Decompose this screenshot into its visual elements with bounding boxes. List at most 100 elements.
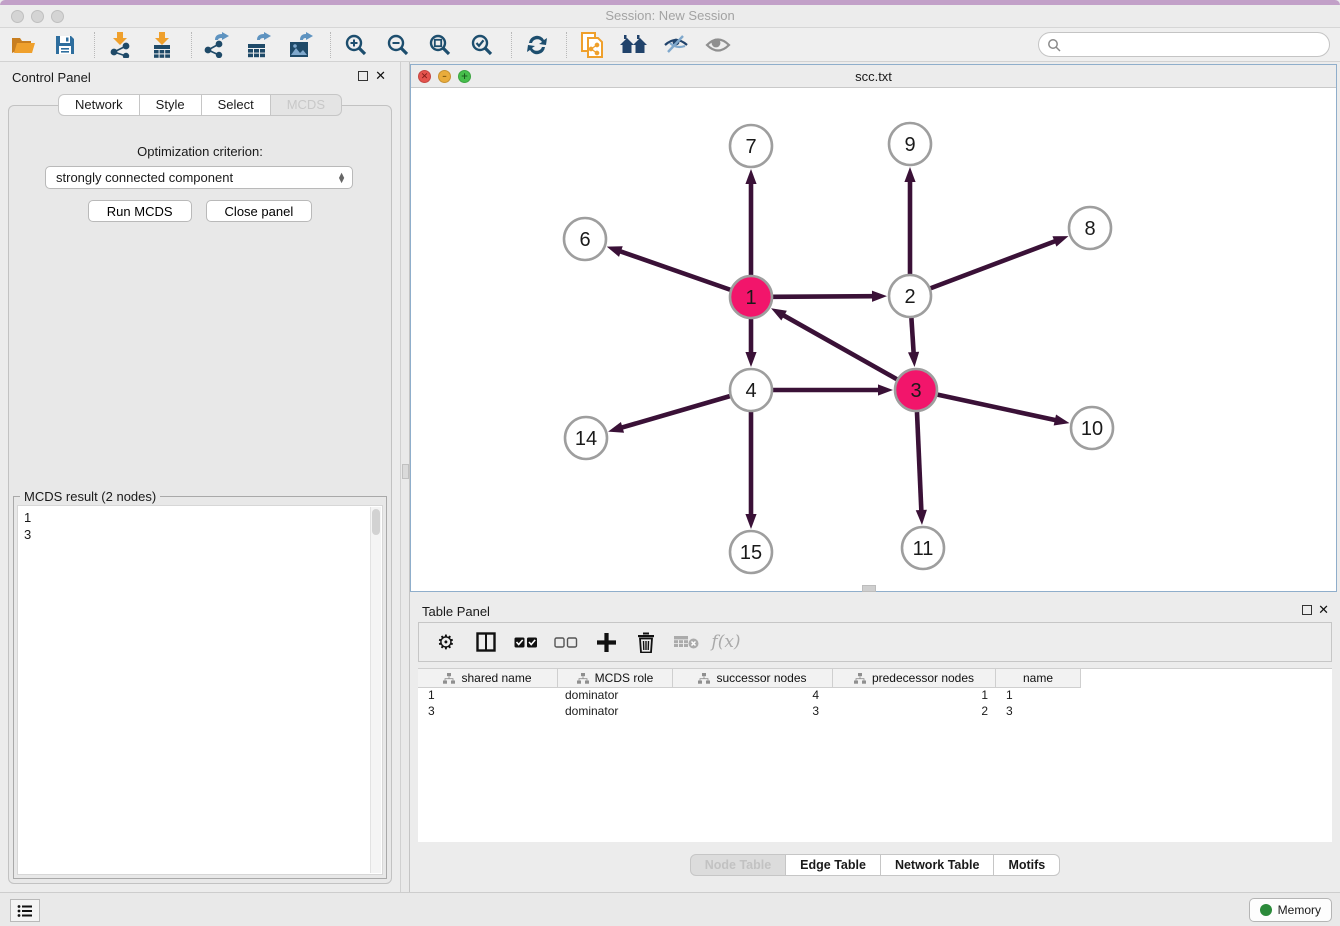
table-row[interactable]: 3dominator323	[418, 704, 1332, 720]
tab-motifs[interactable]: Motifs	[994, 854, 1060, 876]
clone-network-icon[interactable]	[577, 31, 607, 59]
vertical-splitter[interactable]	[400, 62, 410, 892]
mcds-result-text[interactable]: 1 3	[17, 505, 383, 875]
toolbar-separator	[511, 32, 512, 58]
edge-arrowhead	[608, 422, 624, 433]
task-history-button[interactable]	[10, 899, 40, 922]
node-label-8: 8	[1084, 218, 1095, 240]
table-cell[interactable]: 2	[833, 704, 996, 720]
edge-arrowhead	[878, 384, 893, 395]
control-panel: Control Panel ✕ NetworkStyleSelectMCDS O…	[0, 62, 400, 892]
table-cell[interactable]: 4	[673, 688, 833, 704]
export-table-icon[interactable]	[244, 31, 274, 59]
export-image-icon[interactable]	[286, 31, 316, 59]
tab-style[interactable]: Style	[140, 94, 202, 116]
float-panel-icon[interactable]	[358, 71, 368, 81]
run-mcds-button[interactable]: Run MCDS	[88, 200, 192, 222]
edge-arrowhead	[745, 352, 756, 367]
app-titlebar: Session: New Session	[0, 0, 1340, 28]
table-cell[interactable]: 3	[418, 704, 558, 720]
node-label-9: 9	[904, 134, 915, 156]
zoom-selected-icon[interactable]	[467, 31, 497, 59]
tab-select[interactable]: Select	[202, 94, 271, 116]
edge-arrowhead	[607, 246, 623, 257]
node-label-6: 6	[579, 229, 590, 251]
zoom-out-icon[interactable]	[383, 31, 413, 59]
toolbar-separator	[191, 32, 192, 58]
column-header-MCDS-role[interactable]: MCDS role	[558, 669, 673, 688]
column-header-shared-name[interactable]: shared name	[418, 669, 558, 688]
edge-4-14[interactable]	[620, 396, 730, 428]
edge-arrowhead	[745, 169, 756, 184]
memory-status-icon	[1260, 904, 1272, 916]
select-all-icon[interactable]	[509, 627, 543, 657]
close-panel-icon[interactable]: ✕	[375, 68, 386, 84]
float-table-panel-icon[interactable]	[1302, 605, 1312, 615]
delete-row-trash-icon[interactable]	[629, 627, 663, 657]
node-label-10: 10	[1081, 418, 1103, 440]
toolbar-separator	[94, 32, 95, 58]
column-header-successor-nodes[interactable]: successor nodes	[673, 669, 833, 688]
edge-1-6[interactable]	[618, 251, 730, 290]
result-scrollbar[interactable]	[370, 507, 381, 873]
edge-3-1[interactable]	[781, 314, 896, 379]
window-title: Session: New Session	[0, 8, 1340, 23]
edge-1-2[interactable]	[773, 296, 875, 297]
edge-arrowhead	[745, 514, 756, 529]
network-window-titlebar[interactable]: ✕ – + scc.txt	[411, 65, 1336, 88]
optimization-criterion-dropdown[interactable]: strongly connected component ▲▼	[45, 166, 353, 189]
edge-2-8[interactable]	[931, 240, 1058, 288]
edge-3-10[interactable]	[938, 395, 1058, 421]
tab-edge-table[interactable]: Edge Table	[786, 854, 881, 876]
hierarchy-icon	[577, 673, 589, 684]
export-network-icon[interactable]	[202, 31, 232, 59]
memory-label: Memory	[1278, 903, 1321, 917]
tab-node-table[interactable]: Node Table	[690, 854, 786, 876]
table-cell[interactable]: dominator	[558, 704, 673, 720]
import-table-icon[interactable]	[147, 31, 177, 59]
table-row[interactable]: 1dominator411	[418, 688, 1332, 704]
column-header-predecessor-nodes[interactable]: predecessor nodes	[833, 669, 996, 688]
close-table-panel-icon[interactable]: ✕	[1318, 602, 1329, 618]
table-settings-gear-icon[interactable]: ⚙	[429, 627, 463, 657]
edge-3-11[interactable]	[917, 412, 921, 513]
zoom-in-icon[interactable]	[341, 31, 371, 59]
table-cell[interactable]: 1	[418, 688, 558, 704]
network-canvas[interactable]: 7968124314101511	[411, 88, 1336, 591]
edge-arrowhead	[908, 352, 919, 367]
edge-arrowhead	[904, 167, 915, 182]
import-network-icon[interactable]	[105, 31, 135, 59]
table-cell[interactable]: 1	[996, 688, 1081, 704]
table-cell[interactable]: dominator	[558, 688, 673, 704]
edge-arrowhead	[1054, 415, 1070, 426]
search-box[interactable]	[1038, 32, 1330, 57]
table-cell[interactable]: 3	[996, 704, 1081, 720]
add-row-icon[interactable]	[589, 627, 623, 657]
control-panel-tabs: NetworkStyleSelectMCDS	[0, 94, 400, 116]
zoom-fit-icon[interactable]	[425, 31, 455, 59]
memory-button[interactable]: Memory	[1249, 898, 1332, 922]
show-eye-icon[interactable]	[703, 31, 733, 59]
hide-eye-icon[interactable]	[661, 31, 691, 59]
tab-network[interactable]: Network	[58, 94, 140, 116]
table-panel-tabs: Node TableEdge TableNetwork TableMotifs	[410, 854, 1340, 876]
close-panel-button[interactable]: Close panel	[206, 200, 313, 222]
refresh-icon[interactable]	[522, 31, 552, 59]
column-view-icon[interactable]	[469, 627, 503, 657]
tab-network-table[interactable]: Network Table	[881, 854, 995, 876]
deselect-all-icon[interactable]	[549, 627, 583, 657]
search-input[interactable]	[1066, 37, 1329, 52]
node-table[interactable]: shared nameMCDS rolesuccessor nodesprede…	[418, 668, 1332, 842]
dropdown-stepper-icon: ▲▼	[337, 173, 346, 183]
network-resize-grip[interactable]	[862, 585, 876, 592]
home-layout-icon[interactable]	[619, 31, 649, 59]
column-header-name[interactable]: name	[996, 669, 1081, 688]
open-folder-icon[interactable]	[8, 31, 38, 59]
table-cell[interactable]: 3	[673, 704, 833, 720]
edge-2-3[interactable]	[911, 318, 913, 355]
tab-mcds[interactable]: MCDS	[271, 94, 342, 116]
table-cell[interactable]: 1	[833, 688, 996, 704]
save-icon[interactable]	[50, 31, 80, 59]
function-builder-icon: f(x)	[709, 627, 743, 657]
splitter-grip[interactable]	[402, 464, 409, 479]
